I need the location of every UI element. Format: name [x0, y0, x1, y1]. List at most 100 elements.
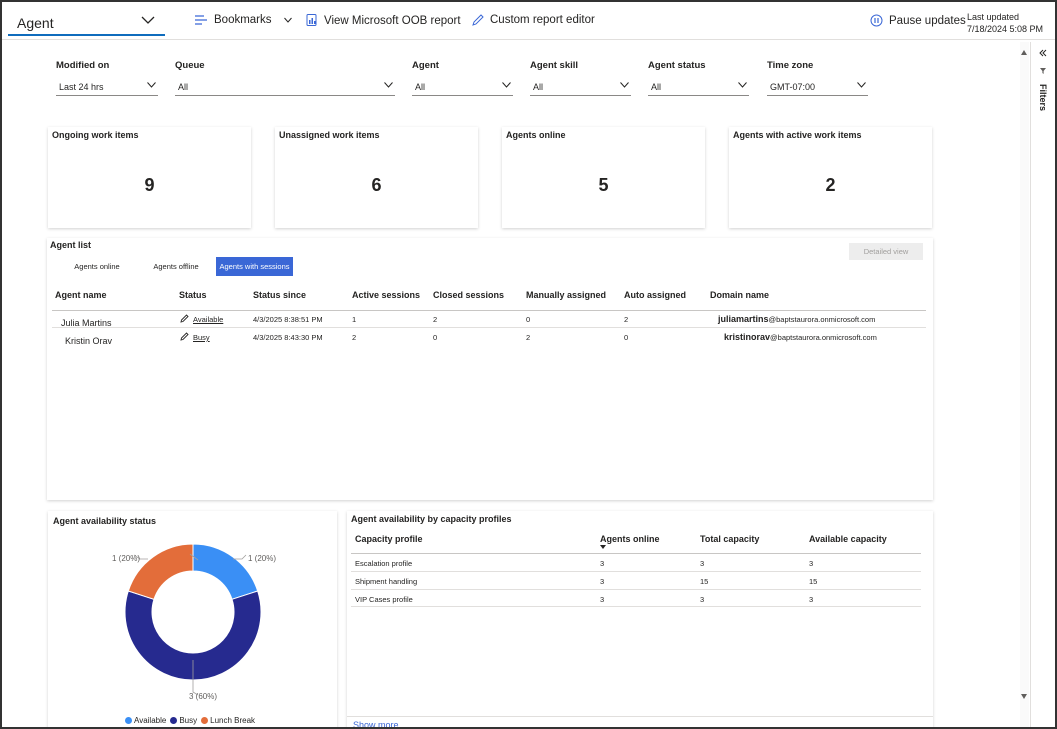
availability-donut-chart: 1 (20%) 1 (20%) 3 (60%) [112, 543, 276, 701]
column-header[interactable]: Agents online [600, 534, 660, 544]
legend-dot [170, 717, 178, 724]
filter-agent-dropdown[interactable]: All [412, 77, 513, 96]
scroll-up-icon[interactable] [1021, 50, 1027, 55]
column-header[interactable]: Auto assigned [624, 290, 686, 300]
legend-item-busy[interactable]: Busy [170, 716, 197, 725]
filter-label: Modified on [56, 60, 110, 71]
status-since: 4/3/2025 8:38:51 PM [253, 315, 323, 324]
available-capacity: 3 [809, 559, 814, 568]
pause-updates-button[interactable]: Pause updates [870, 14, 966, 27]
column-header[interactable]: Status since [253, 290, 306, 300]
tab-agents-online[interactable]: Agents online [68, 257, 126, 276]
filters-pane[interactable]: Filters [1030, 42, 1055, 727]
agents-online: 3 [600, 577, 605, 586]
capacity-profile: Shipment handling [355, 577, 418, 586]
capacity-profile: Escalation profile [355, 559, 413, 568]
filter-modified-on: Modified on Last 24 hrs [56, 60, 158, 96]
row-divider [351, 571, 921, 572]
column-header[interactable]: Available capacity [809, 534, 887, 544]
kpi-card-active-work-items: Agents with active work items 2 [729, 127, 932, 228]
column-header[interactable]: Capacity profile [355, 534, 423, 544]
collapse-icon[interactable] [1039, 49, 1047, 57]
filter-time-zone-dropdown[interactable]: GMT-07:00 [767, 77, 868, 96]
kpi-title: Agents with active work items [733, 130, 862, 140]
filter-label: Time zone [767, 60, 814, 71]
capacity-title: Agent availability by capacity profiles [351, 514, 512, 524]
custom-report-editor-button[interactable]: Custom report editor [472, 14, 595, 26]
kpi-value: 9 [144, 175, 155, 195]
last-updated: Last updated 7/18/2024 5:08 PM [967, 11, 1043, 35]
donut-slice-lunch-break[interactable] [127, 543, 194, 600]
chevron-down-icon [620, 82, 629, 88]
filter-value: All [415, 82, 426, 92]
data-label-available: 1 (20%) [248, 554, 276, 563]
last-updated-label: Last updated [967, 12, 1020, 22]
domain-user: juliamartins [718, 314, 769, 324]
last-updated-value: 7/18/2024 5:08 PM [967, 24, 1044, 34]
domain-name: juliamartins@baptstaurora.onmicrosoft.co… [718, 314, 875, 324]
auto-assigned: 0 [624, 333, 629, 342]
filter-value: GMT-07:00 [770, 82, 816, 92]
chevron-down-icon [738, 82, 747, 88]
chevron-down-icon [502, 82, 511, 88]
closed-sessions: 0 [433, 333, 438, 342]
filter-agent-status-dropdown[interactable]: All [648, 77, 749, 96]
column-header[interactable]: Closed sessions [433, 290, 504, 300]
total-capacity: 3 [700, 595, 705, 604]
status-link[interactable]: Busy [193, 333, 210, 342]
legend-label: Lunch Break [210, 716, 256, 725]
agents-online: 3 [600, 559, 605, 568]
available-capacity: 3 [809, 595, 814, 604]
column-header[interactable]: Agent name [55, 290, 107, 300]
pencil-icon[interactable] [180, 314, 189, 323]
filter-agent-skill-dropdown[interactable]: All [530, 77, 631, 96]
agent-list-panel [47, 238, 933, 500]
manually-assigned: 2 [526, 333, 531, 342]
column-header[interactable]: Active sessions [352, 290, 420, 300]
report-frame: Agent Bookmarks View Microsoft OOB repor… [0, 0, 1057, 729]
filter-queue-dropdown[interactable]: All [175, 77, 395, 96]
column-header[interactable]: Domain name [710, 290, 769, 300]
scroll-down-icon[interactable] [1021, 694, 1027, 699]
legend-item-available[interactable]: Available [125, 716, 166, 725]
chevron-down-icon [147, 82, 156, 88]
pencil-icon[interactable] [180, 332, 189, 341]
report-selector[interactable]: Agent [8, 6, 165, 36]
show-more-link[interactable]: Show more [353, 720, 399, 727]
chevron-down-icon [857, 82, 866, 88]
filter-queue: Queue All [175, 60, 395, 96]
filters-pane-label: Filters [1038, 84, 1048, 112]
tab-agents-with-sessions[interactable]: Agents with sessions [216, 257, 293, 276]
domain-suffix: @baptstaurora.onmicrosoft.com [770, 333, 877, 342]
filter-agent-status: Agent status All [648, 60, 749, 96]
chevron-down-icon [141, 16, 155, 24]
legend-label: Busy [179, 716, 198, 725]
filter-label: Agent [412, 60, 439, 71]
filter-modified-on-dropdown[interactable]: Last 24 hrs [56, 77, 158, 96]
column-header[interactable]: Manually assigned [526, 290, 606, 300]
data-label-busy: 3 (60%) [189, 692, 217, 701]
availability-title: Agent availability status [53, 516, 157, 526]
filter-funnel-icon [1040, 68, 1046, 74]
column-header[interactable]: Total capacity [700, 534, 759, 544]
view-oob-report-button[interactable]: View Microsoft OOB report [306, 14, 461, 27]
chevron-down-icon [283, 17, 292, 23]
legend-item-lunch[interactable]: Lunch Break [201, 716, 255, 725]
bookmarks-button[interactable]: Bookmarks [195, 14, 292, 26]
column-header[interactable]: Status [179, 290, 207, 300]
domain-suffix: @baptstaurora.onmicrosoft.com [768, 315, 876, 324]
tab-agents-offline[interactable]: Agents offline [146, 257, 206, 276]
scrollbar[interactable] [1020, 42, 1029, 727]
bookmarks-label: Bookmarks [214, 14, 272, 26]
filter-value: All [533, 82, 544, 92]
bookmarks-icon [195, 15, 207, 25]
report-selector-label: Agent [17, 15, 54, 31]
kpi-card-unassigned: Unassigned work items 6 [275, 127, 478, 228]
status-link[interactable]: Available [193, 315, 223, 324]
legend-label: Available [134, 716, 167, 725]
row-divider [52, 327, 926, 328]
filter-time-zone: Time zone GMT-07:00 [767, 60, 868, 96]
legend-dot [125, 717, 132, 724]
donut-slice-available[interactable] [192, 543, 259, 600]
detailed-view-button[interactable]: Detailed view [849, 243, 923, 260]
